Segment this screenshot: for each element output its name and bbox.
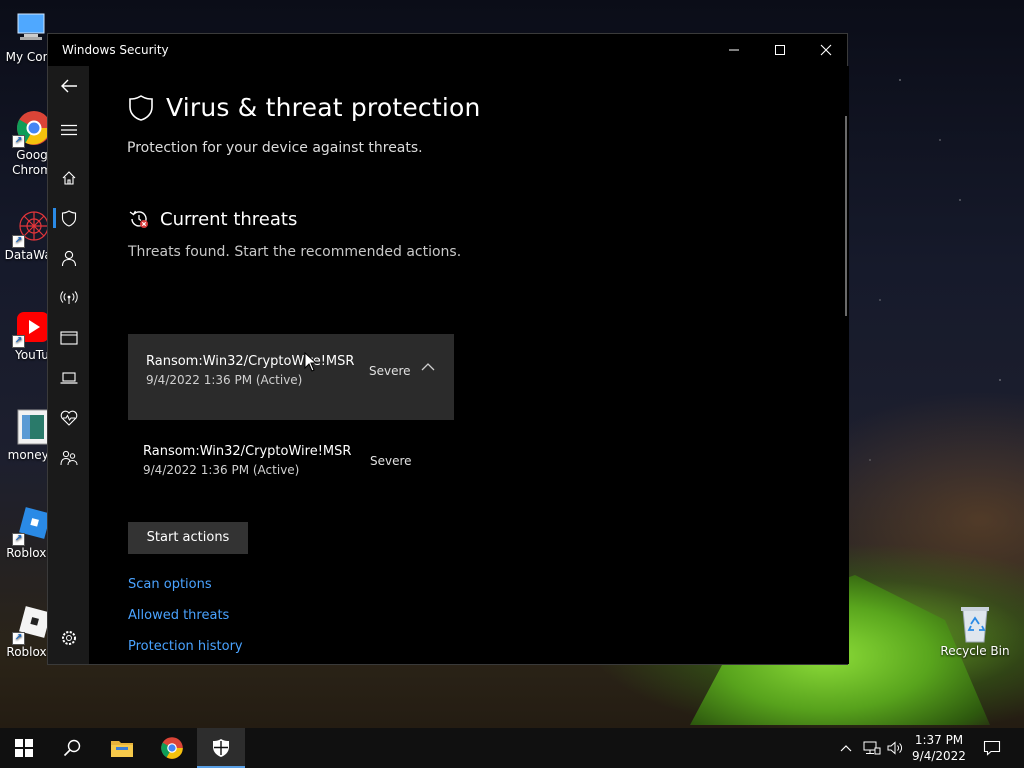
browser-window-icon [59, 331, 78, 345]
nav-family-options[interactable] [48, 440, 89, 476]
speaker-icon [887, 741, 902, 755]
search-button[interactable] [48, 728, 96, 768]
section-description: Threats found. Start the recommended act… [128, 244, 462, 260]
datawag-icon: ↗ [12, 206, 52, 248]
title-bar[interactable]: Windows Security [48, 34, 847, 66]
threat-date: 9/4/2022 1:36 PM (Active) [143, 463, 300, 477]
nav-firewall-network[interactable] [48, 280, 89, 316]
hamburger-menu-icon [60, 124, 77, 136]
desktop-icon-label: Recycle Bin [940, 644, 1010, 658]
page-subtitle: Protection for your device against threa… [127, 140, 423, 156]
navigation-rail [48, 66, 89, 664]
main-content: Virus & threat protection Protection for… [89, 66, 849, 664]
section-title: Current threats [160, 208, 298, 230]
shortcut-arrow-icon: ↗ [12, 335, 25, 348]
close-button[interactable] [803, 34, 849, 66]
nav-menu-button[interactable] [48, 112, 89, 148]
scan-options-link[interactable]: Scan options [128, 577, 212, 592]
page-title: Virus & threat protection [166, 93, 481, 122]
minimize-icon [729, 49, 739, 51]
threat-date: 9/4/2022 1:36 PM (Active) [146, 373, 303, 387]
taskbar-clock[interactable]: 1:37 PM 9/4/2022 [907, 732, 971, 764]
minimize-button[interactable] [711, 34, 757, 66]
threat-severity: Severe [369, 364, 411, 378]
nav-back-button[interactable] [48, 68, 89, 104]
gear-icon [61, 631, 76, 645]
shortcut-arrow-icon: ↗ [12, 135, 25, 148]
close-icon [820, 44, 832, 56]
windows-security-taskbar-button[interactable] [197, 728, 245, 768]
notification-icon [983, 740, 1001, 756]
clock-date: 9/4/2022 [912, 749, 966, 763]
person-icon [61, 250, 76, 266]
image-file-icon [12, 406, 52, 446]
nav-home[interactable] [48, 160, 89, 196]
maximize-button[interactable] [757, 34, 803, 66]
roblox-player-icon: ↗ [12, 603, 52, 645]
search-icon [63, 739, 81, 757]
show-hidden-icons-button[interactable] [838, 728, 854, 768]
window-title: Windows Security [62, 43, 169, 57]
mouse-cursor-icon [304, 352, 318, 372]
page-header: Virus & threat protection [128, 93, 481, 122]
network-icon [863, 741, 881, 755]
family-icon [60, 450, 77, 466]
threat-name: Ransom:Win32/CryptoWire!MSR [146, 354, 355, 369]
back-arrow-icon [60, 79, 77, 93]
computer-icon [10, 8, 50, 48]
laptop-icon [60, 372, 77, 384]
clock-time: 1:37 PM [914, 733, 964, 747]
chrome-icon [161, 737, 183, 759]
current-threats-header: Current threats [128, 208, 297, 230]
start-actions-button[interactable]: Start actions [128, 522, 248, 554]
nav-app-browser-control[interactable] [48, 320, 89, 356]
nav-settings[interactable] [48, 620, 89, 656]
start-button[interactable] [0, 728, 48, 768]
shortcut-arrow-icon: ↗ [12, 632, 25, 645]
antenna-icon [59, 291, 78, 304]
chevron-up-icon[interactable] [420, 361, 436, 373]
shortcut-arrow-icon: ↗ [12, 533, 25, 546]
nav-account-protection[interactable] [48, 240, 89, 276]
shield-icon [61, 209, 76, 227]
taskbar: 1:37 PM 9/4/2022 [0, 728, 1024, 768]
windows-security-icon [213, 739, 229, 757]
nav-device-security[interactable] [48, 360, 89, 396]
protection-history-link[interactable]: Protection history [128, 639, 243, 654]
threat-severity: Severe [370, 454, 412, 468]
youtube-icon: ↗ [12, 306, 52, 348]
heart-pulse-icon [60, 410, 77, 426]
chrome-icon: ↗ [12, 106, 52, 148]
chevron-up-icon [840, 745, 852, 752]
home-icon [62, 171, 75, 185]
threat-item-expanded[interactable]: Ransom:Win32/CryptoWire!MSR 9/4/2022 1:3… [128, 334, 454, 420]
action-center-button[interactable] [978, 728, 1006, 768]
network-button[interactable] [862, 728, 882, 768]
shortcut-arrow-icon: ↗ [12, 235, 25, 248]
threat-name: Ransom:Win32/CryptoWire!MSR [143, 444, 352, 459]
nav-device-performance-health[interactable] [48, 400, 89, 436]
start-icon [15, 739, 33, 757]
history-threat-icon [129, 210, 148, 228]
volume-button[interactable] [885, 728, 905, 768]
desktop-icon-recycle-bin[interactable]: Recycle Bin [940, 602, 1010, 659]
threat-item[interactable]: Ransom:Win32/CryptoWire!MSR 9/4/2022 1:3… [128, 424, 454, 494]
roblox-studio-icon: ↗ [12, 504, 52, 546]
chrome-taskbar-button[interactable] [148, 728, 196, 768]
vertical-scrollbar[interactable] [845, 116, 847, 316]
maximize-icon [775, 45, 785, 55]
file-explorer-icon [111, 741, 133, 757]
shield-icon [129, 94, 153, 121]
allowed-threats-link[interactable]: Allowed threats [128, 608, 229, 623]
file-explorer-button[interactable] [98, 728, 146, 768]
nav-virus-threat-protection[interactable] [48, 200, 89, 236]
windows-security-window: Windows Security Virus & threat protecti… [47, 33, 849, 665]
recycle-bin-icon [955, 602, 995, 643]
